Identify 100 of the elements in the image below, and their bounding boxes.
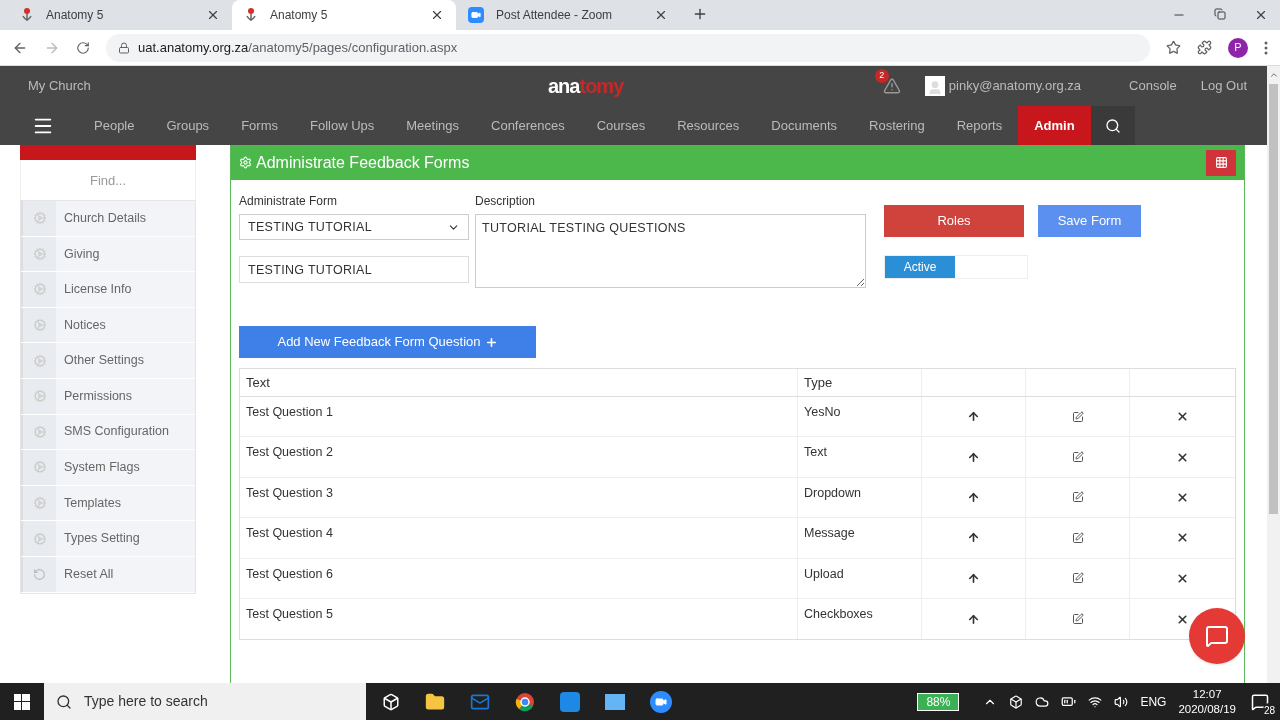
lock-icon <box>118 41 130 54</box>
sidebar-item[interactable]: Reset All <box>21 556 195 593</box>
sidebar-item[interactable]: Other Settings <box>21 343 195 379</box>
browser-icon[interactable] <box>515 691 535 712</box>
delete-icon[interactable] <box>1176 490 1189 504</box>
battery-icon[interactable] <box>1061 694 1077 709</box>
scrollbar-thumb[interactable] <box>1269 84 1278 514</box>
find-field[interactable]: Find... <box>20 160 196 200</box>
sidebar-item[interactable]: SMS Configuration <box>21 414 195 451</box>
nav-item[interactable]: Reports <box>940 106 1019 145</box>
gears-icon <box>32 424 47 439</box>
close-icon[interactable] <box>1254 8 1268 22</box>
app-icon[interactable] <box>605 693 625 710</box>
clock[interactable]: 12:07 2020/08/19 <box>1178 687 1236 716</box>
church-name[interactable]: My Church <box>28 76 548 96</box>
nav-item[interactable]: Documents <box>755 106 854 145</box>
browser-tab[interactable]: Anatomy 5 <box>8 0 232 30</box>
edit-icon[interactable] <box>1071 410 1084 423</box>
edit-icon[interactable] <box>1071 531 1084 544</box>
sidebar-item[interactable]: Notices <box>21 307 195 344</box>
close-icon[interactable] <box>654 8 668 22</box>
form-select[interactable]: TESTING TUTORIAL <box>239 214 469 240</box>
sidebar-item-label: Types Setting <box>63 530 140 548</box>
sidebar-item[interactable]: License Info <box>21 272 195 308</box>
field-label: Description <box>475 193 537 210</box>
move-up-icon[interactable] <box>967 490 980 504</box>
header-link[interactable]: Log Out <box>1200 76 1247 96</box>
nav-item[interactable]: Admin <box>1018 106 1091 145</box>
sidebar-item[interactable]: Church Details <box>21 201 195 237</box>
scrollbar[interactable] <box>1267 66 1280 683</box>
restore-icon[interactable] <box>1214 8 1226 20</box>
menu-icon[interactable] <box>1264 40 1268 55</box>
video-icon[interactable] <box>650 690 672 713</box>
header-link[interactable]: Console <box>1129 76 1177 96</box>
table-cell: Checkboxes <box>798 598 922 640</box>
table-cell: Test Question 4 <box>240 518 798 558</box>
delete-icon[interactable] <box>1176 571 1189 585</box>
nav-item[interactable]: Groups <box>150 106 226 145</box>
close-icon[interactable] <box>206 8 220 22</box>
move-up-icon[interactable] <box>967 450 980 464</box>
sidebar-item[interactable]: Types Setting <box>21 521 195 557</box>
user-email[interactable]: pinky@anatomy.org.za <box>948 76 1082 96</box>
nav-item[interactable]: Follow Ups <box>293 106 391 145</box>
panel-title: Administrate Feedback Forms <box>256 152 471 173</box>
wifi-icon[interactable] <box>1088 694 1103 709</box>
move-up-icon[interactable] <box>967 612 980 626</box>
delete-icon[interactable] <box>1176 450 1189 464</box>
sidebar-item[interactable]: Permissions <box>21 378 195 415</box>
profile-avatar[interactable]: P <box>1228 37 1248 58</box>
move-up-icon[interactable] <box>967 531 980 545</box>
nav-item[interactable]: Rostering <box>853 106 941 145</box>
taskbar-search-field[interactable]: Type here to search <box>44 683 366 720</box>
nav-item[interactable]: Conferences <box>475 106 581 145</box>
edit-icon[interactable] <box>1071 451 1084 464</box>
move-up-icon[interactable] <box>967 571 980 585</box>
reload-icon[interactable] <box>76 40 90 55</box>
app-icon[interactable] <box>560 691 580 712</box>
description-field[interactable]: TUTORIAL TESTING QUESTIONS <box>475 214 866 288</box>
edit-icon[interactable] <box>1071 572 1084 585</box>
alert-icon[interactable] <box>882 77 901 95</box>
grid-button[interactable] <box>1206 149 1236 176</box>
close-icon[interactable] <box>430 8 444 22</box>
language-indicator[interactable]: ENG <box>1140 692 1167 711</box>
delete-icon[interactable] <box>1176 531 1189 545</box>
nav-item[interactable]: Meetings <box>390 106 475 145</box>
browser-tab[interactable]: Anatomy 5 <box>232 0 456 30</box>
site-icon <box>20 7 34 23</box>
sidebar-item[interactable]: Giving <box>21 236 195 273</box>
scroll-up-icon[interactable] <box>1268 70 1279 80</box>
logo[interactable]: anatomy <box>548 76 624 96</box>
chat-button[interactable] <box>1189 608 1245 664</box>
volume-icon[interactable] <box>1114 694 1129 709</box>
active-toggle[interactable]: Active <box>884 255 1028 279</box>
move-up-icon[interactable] <box>967 410 980 424</box>
browser-tab[interactable]: Post Attendee - Zoom <box>456 0 680 30</box>
site-icon <box>244 7 258 23</box>
save-form-button[interactable]: Save Form <box>1038 205 1141 237</box>
delete-icon[interactable] <box>1176 612 1189 626</box>
nav-item[interactable]: People <box>78 106 151 145</box>
search-button[interactable] <box>1090 106 1135 145</box>
address-field[interactable]: uat.anatomy.org.za/anatomy5/pages/configuration.aspx <box>106 33 1150 62</box>
new-tab-icon[interactable] <box>692 6 708 22</box>
edit-icon[interactable] <box>1071 613 1084 626</box>
form-name-field[interactable]: TESTING TUTORIAL <box>239 256 469 283</box>
table-cell: Test Question 3 <box>240 477 798 518</box>
reset-icon <box>33 567 46 581</box>
folder-icon[interactable] <box>425 691 445 712</box>
edit-icon[interactable] <box>1071 491 1084 504</box>
roles-button[interactable]: Roles <box>884 205 1024 237</box>
sidebar-item[interactable]: System Flags <box>21 450 195 486</box>
table-cell: Test Question 1 <box>240 397 798 437</box>
nav-item[interactable]: Forms <box>225 106 294 145</box>
delete-icon[interactable] <box>1176 410 1189 424</box>
cloud-icon[interactable] <box>1035 694 1050 709</box>
add-question-button[interactable]: Add New Feedback Form Question <box>239 326 536 358</box>
extensions-icon[interactable] <box>1197 40 1212 55</box>
sidebar-item[interactable]: Templates <box>21 485 195 522</box>
bookmark-icon[interactable] <box>1166 40 1181 55</box>
nav-item[interactable]: Resources <box>661 106 756 145</box>
nav-item[interactable]: Courses <box>580 106 662 145</box>
